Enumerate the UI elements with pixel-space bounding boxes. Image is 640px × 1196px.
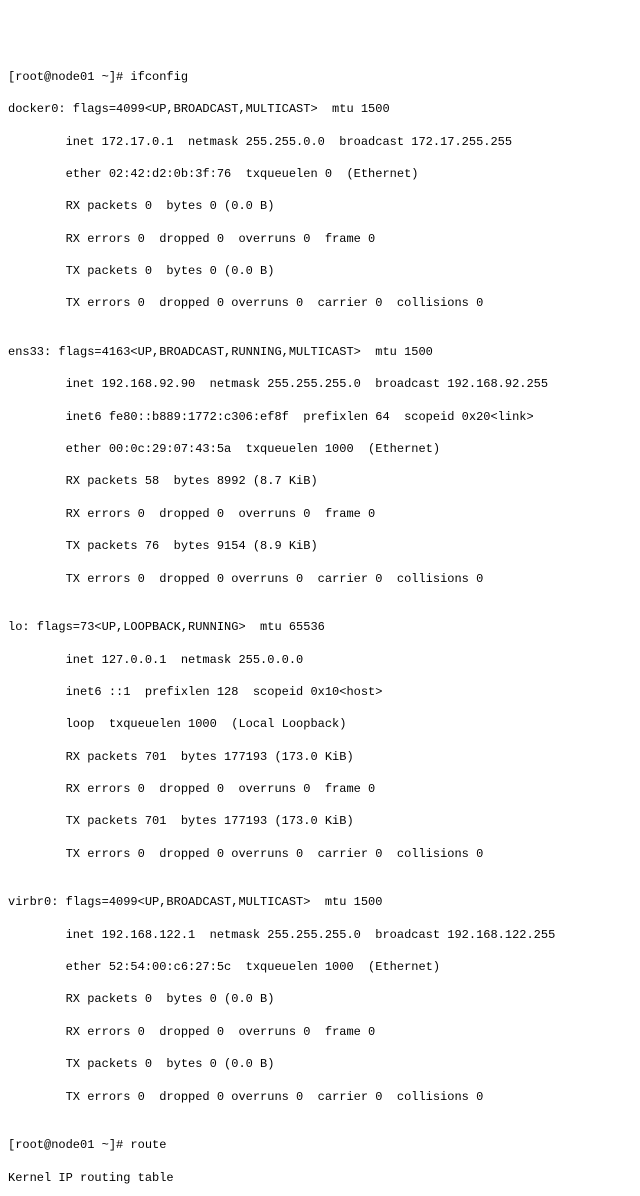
prompt-line-ifconfig: [root@node01 ~]# ifconfig <box>8 69 632 85</box>
lo-rx-errors: RX errors 0 dropped 0 overruns 0 frame 0 <box>8 781 632 797</box>
ens33-flags: ens33: flags=4163<UP,BROADCAST,RUNNING,M… <box>8 344 632 360</box>
ens33-tx-packets: TX packets 76 bytes 9154 (8.9 KiB) <box>8 538 632 554</box>
virbr0-inet: inet 192.168.122.1 netmask 255.255.255.0… <box>8 927 632 943</box>
virbr0-rx-errors: RX errors 0 dropped 0 overruns 0 frame 0 <box>8 1024 632 1040</box>
lo-rx-packets: RX packets 701 bytes 177193 (173.0 KiB) <box>8 749 632 765</box>
docker0-rx-errors: RX errors 0 dropped 0 overruns 0 frame 0 <box>8 231 632 247</box>
ens33-rx-errors: RX errors 0 dropped 0 overruns 0 frame 0 <box>8 506 632 522</box>
ens33-ether: ether 00:0c:29:07:43:5a txqueuelen 1000 … <box>8 441 632 457</box>
virbr0-tx-errors: TX errors 0 dropped 0 overruns 0 carrier… <box>8 1089 632 1105</box>
docker0-tx-errors: TX errors 0 dropped 0 overruns 0 carrier… <box>8 295 632 311</box>
lo-tx-packets: TX packets 701 bytes 177193 (173.0 KiB) <box>8 813 632 829</box>
virbr0-ether: ether 52:54:00:c6:27:5c txqueuelen 1000 … <box>8 959 632 975</box>
ens33-inet: inet 192.168.92.90 netmask 255.255.255.0… <box>8 376 632 392</box>
docker0-inet: inet 172.17.0.1 netmask 255.255.0.0 broa… <box>8 134 632 150</box>
virbr0-tx-packets: TX packets 0 bytes 0 (0.0 B) <box>8 1056 632 1072</box>
docker0-tx-packets: TX packets 0 bytes 0 (0.0 B) <box>8 263 632 279</box>
docker0-rx-packets: RX packets 0 bytes 0 (0.0 B) <box>8 198 632 214</box>
lo-inet: inet 127.0.0.1 netmask 255.0.0.0 <box>8 652 632 668</box>
docker0-flags: docker0: flags=4099<UP,BROADCAST,MULTICA… <box>8 101 632 117</box>
route-title: Kernel IP routing table <box>8 1170 632 1186</box>
ens33-inet6: inet6 fe80::b889:1772:c306:ef8f prefixle… <box>8 409 632 425</box>
virbr0-flags: virbr0: flags=4099<UP,BROADCAST,MULTICAS… <box>8 894 632 910</box>
ens33-tx-errors: TX errors 0 dropped 0 overruns 0 carrier… <box>8 571 632 587</box>
lo-tx-errors: TX errors 0 dropped 0 overruns 0 carrier… <box>8 846 632 862</box>
ens33-rx-packets: RX packets 58 bytes 8992 (8.7 KiB) <box>8 473 632 489</box>
prompt-line-route: [root@node01 ~]# route <box>8 1137 632 1153</box>
lo-loop: loop txqueuelen 1000 (Local Loopback) <box>8 716 632 732</box>
lo-inet6: inet6 ::1 prefixlen 128 scopeid 0x10<hos… <box>8 684 632 700</box>
virbr0-rx-packets: RX packets 0 bytes 0 (0.0 B) <box>8 991 632 1007</box>
docker0-ether: ether 02:42:d2:0b:3f:76 txqueuelen 0 (Et… <box>8 166 632 182</box>
lo-flags: lo: flags=73<UP,LOOPBACK,RUNNING> mtu 65… <box>8 619 632 635</box>
